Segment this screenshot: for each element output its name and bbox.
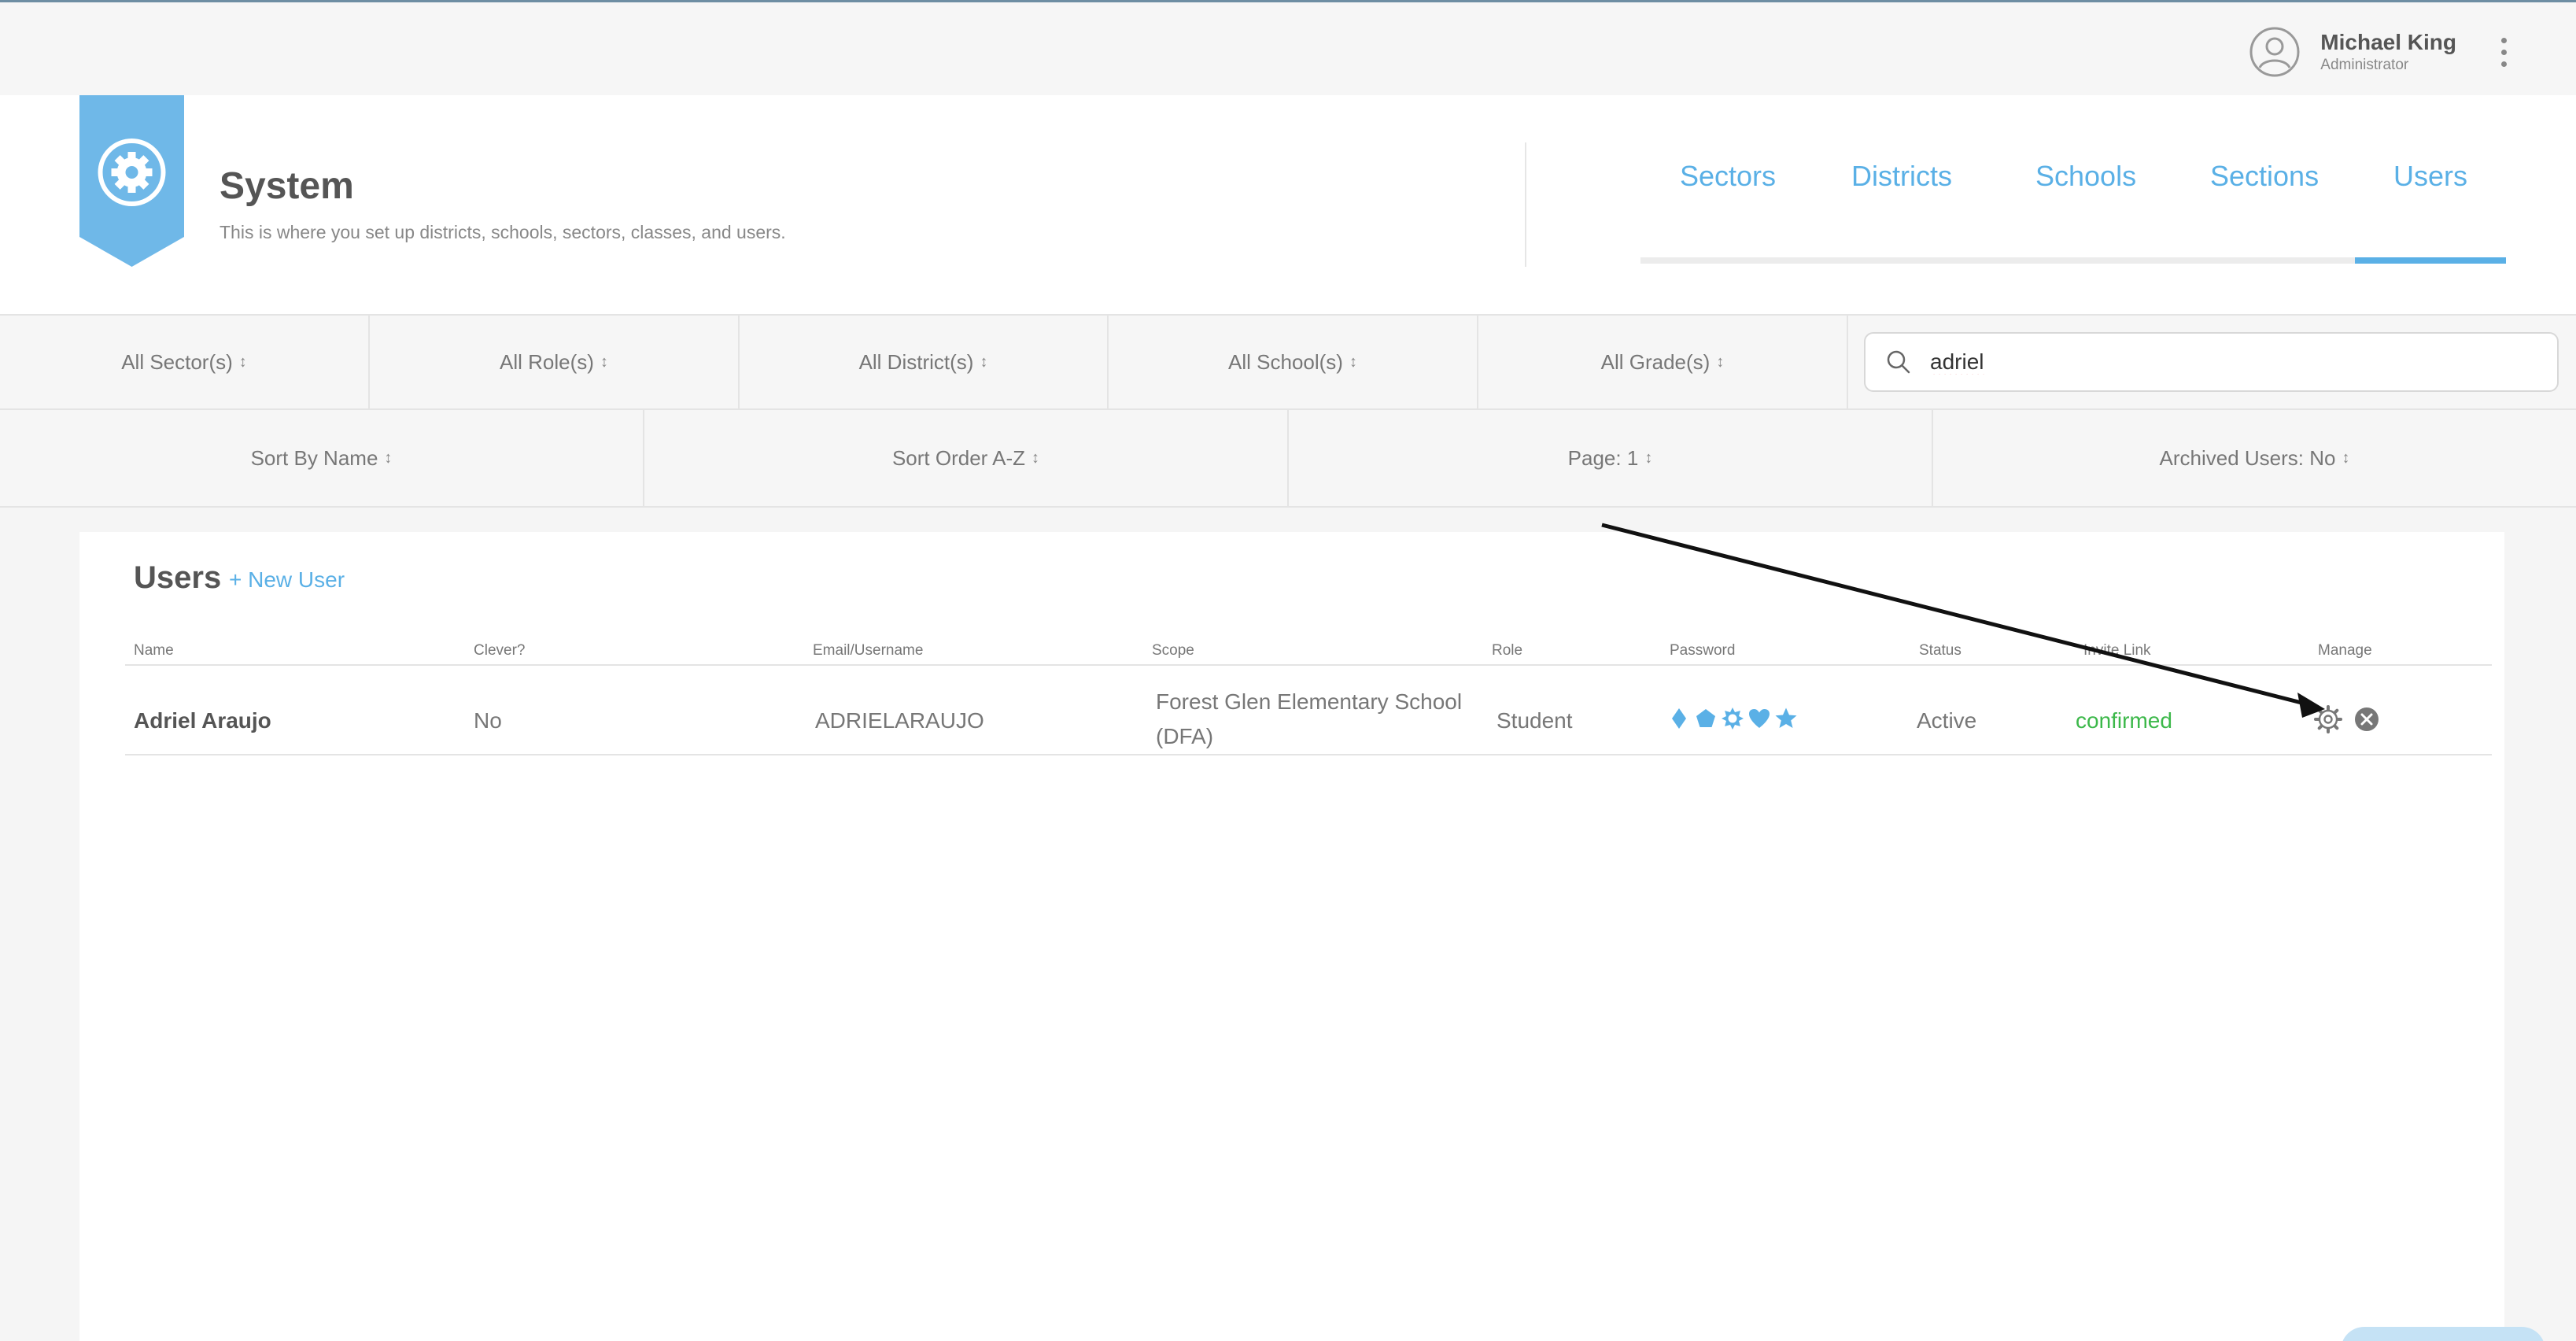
district-filter-label: All District(s): [858, 349, 974, 374]
search-box[interactable]: [1864, 332, 2559, 392]
role-filter[interactable]: All Role(s) ↕: [370, 316, 740, 408]
user-info: Michael King Administrator: [2320, 29, 2456, 75]
search-input[interactable]: [1930, 349, 2468, 375]
user-name: Michael King: [2320, 30, 2456, 54]
tab-sections[interactable]: Sections: [2210, 160, 2319, 193]
scope-district: (DFA): [1156, 724, 1214, 748]
top-bar: Michael King Administrator: [0, 2, 2576, 95]
avatar-icon[interactable]: [2249, 27, 2300, 77]
sort-arrows-icon: ↕: [600, 353, 608, 371]
floating-action-button[interactable]: [2341, 1327, 2545, 1341]
delete-icon[interactable]: [2351, 704, 2382, 735]
col-clever: Clever?: [474, 642, 526, 659]
pentagon-icon: [1696, 709, 1715, 727]
sort-arrows-icon: ↕: [2342, 449, 2350, 467]
role-filter-label: All Role(s): [500, 349, 594, 374]
page-title: System: [220, 165, 354, 207]
table-header: Name Clever? Email/Username Scope Role P…: [125, 642, 2492, 666]
archived-label: Archived Users: No: [2159, 445, 2336, 470]
settings-gear-icon[interactable]: [2312, 704, 2344, 735]
sort-bar: Sort By Name ↕ Sort Order A-Z ↕ Page: 1 ↕ A…: [0, 410, 2576, 508]
heart-icon: [1749, 709, 1770, 728]
invite-status: confirmed: [2076, 708, 2172, 733]
sector-filter-label: All Sector(s): [121, 349, 233, 374]
archived-select[interactable]: Archived Users: No ↕: [1933, 410, 2576, 506]
new-user-link[interactable]: + New User: [229, 567, 345, 593]
col-email: Email/Username: [813, 642, 924, 659]
page-subtitle: This is where you set up districts, scho…: [220, 222, 786, 242]
users-panel: Users + New User Name Clever? Email/User…: [79, 532, 2504, 1341]
tab-users[interactable]: Users: [2393, 160, 2467, 193]
header-divider: [1525, 142, 1526, 267]
tab-active-indicator: [2355, 257, 2506, 264]
diamond-icon: [1672, 708, 1686, 729]
sort-order-label: Sort Order A-Z: [891, 445, 1026, 470]
system-gear-icon: [79, 95, 184, 267]
col-password: Password: [1670, 642, 1736, 659]
sort-by-label: Sort By Name: [250, 445, 378, 470]
role-cell: Student: [1497, 708, 1573, 733]
sort-arrows-icon: ↕: [384, 449, 393, 467]
sector-filter[interactable]: All Sector(s) ↕: [0, 316, 370, 408]
district-filter[interactable]: All District(s) ↕: [740, 316, 1109, 408]
sort-arrows-icon: ↕: [1349, 353, 1357, 371]
kebab-menu-icon[interactable]: [2494, 28, 2513, 76]
sort-arrows-icon: ↕: [1716, 353, 1725, 371]
sort-arrows-icon: ↕: [1644, 449, 1653, 467]
sort-arrows-icon: ↕: [238, 353, 247, 371]
tab-schools[interactable]: Schools: [2035, 160, 2136, 193]
col-name: Name: [134, 642, 174, 659]
sun-icon: [1722, 707, 1744, 730]
col-invite: Invite Link: [2083, 642, 2151, 659]
tab-sectors[interactable]: Sectors: [1680, 160, 1776, 193]
filter-bar: All Sector(s) ↕ All Role(s) ↕ All District…: [0, 314, 2576, 410]
clever-cell: No: [474, 708, 502, 733]
table-row[interactable]: Adriel Araujo No ADRIELARAUJO Forest Gle…: [125, 685, 2492, 755]
sort-order-select[interactable]: Sort Order A-Z ↕: [644, 410, 1289, 506]
password-icons: [1667, 707, 1798, 730]
scope-school: Forest Glen Elementary School: [1156, 689, 1463, 714]
col-role: Role: [1492, 642, 1523, 659]
user-role: Administrator: [2320, 57, 2409, 73]
col-scope: Scope: [1152, 642, 1194, 659]
page-label: Page: 1: [1567, 445, 1639, 470]
star-icon: [1775, 707, 1797, 728]
email-cell: ADRIELARAUJO: [815, 708, 984, 733]
search-container: [1848, 316, 2576, 408]
grade-filter-label: All Grade(s): [1600, 349, 1711, 374]
sort-arrows-icon: ↕: [1032, 449, 1040, 467]
status-cell: Active: [1917, 708, 1977, 733]
school-filter[interactable]: All School(s) ↕: [1109, 316, 1478, 408]
page-header: System This is where you set up district…: [0, 95, 2576, 314]
col-manage: Manage: [2318, 642, 2372, 659]
sort-arrows-icon: ↕: [980, 353, 988, 371]
user-name-cell: Adriel Araujo: [134, 708, 271, 733]
school-filter-label: All School(s): [1228, 349, 1343, 374]
grade-filter[interactable]: All Grade(s) ↕: [1478, 316, 1848, 408]
user-menu[interactable]: Michael King Administrator: [2249, 24, 2513, 79]
tab-districts[interactable]: Districts: [1851, 160, 1952, 193]
search-icon: [1887, 350, 1910, 374]
sort-by-select[interactable]: Sort By Name ↕: [0, 410, 644, 506]
page-select[interactable]: Page: 1 ↕: [1289, 410, 1933, 506]
users-title: Users: [134, 560, 222, 595]
col-status: Status: [1919, 642, 1962, 659]
scope-cell: Forest Glen Elementary School (DFA): [1156, 685, 1462, 754]
section-tabs: Sectors Districts Schools Sections Users: [1640, 142, 2506, 268]
